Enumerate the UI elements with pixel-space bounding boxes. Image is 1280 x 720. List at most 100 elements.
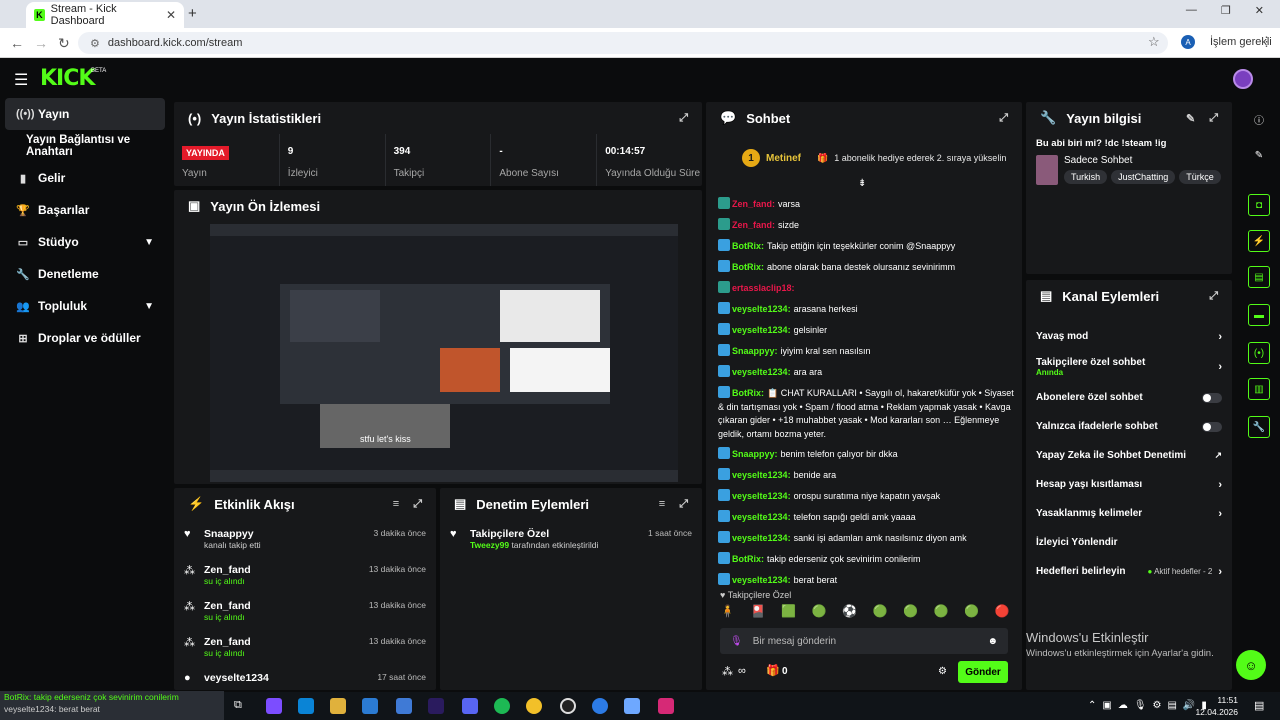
category-name[interactable]: Sadece Sohbet	[1064, 155, 1221, 166]
sidebar-item-stream-key[interactable]: Yayın Bağlantısı ve Anahtarı	[0, 130, 170, 162]
banned-words-row[interactable]: Yasaklanmış kelimeler ›	[1026, 499, 1232, 528]
edit-pencil-icon[interactable]: ✎	[1248, 144, 1270, 166]
wrench-icon[interactable]: 🔧	[1248, 416, 1270, 438]
chat-username[interactable]: veyselte1234	[732, 304, 791, 314]
sidebar-item-community[interactable]: 👥 Topluluk ▼	[0, 290, 170, 322]
account-age-row[interactable]: Hesap yaşı kısıtlaması ›	[1026, 470, 1232, 499]
emoji-icon[interactable]: ☻	[987, 636, 998, 647]
document-icon[interactable]: ▤	[1248, 266, 1270, 288]
emote-icon[interactable]: 🧍	[720, 604, 735, 618]
chat-username[interactable]: Snaappyy	[732, 346, 778, 356]
popout-icon[interactable]: ⤢	[413, 498, 422, 511]
after-effects-icon[interactable]	[428, 698, 444, 714]
close-window-icon[interactable]: ✕	[1255, 4, 1264, 17]
profile-avatar[interactable]: A	[1181, 35, 1195, 49]
ai-moderation-row[interactable]: Yapay Zeka ile Sohbet Denetimi ↗	[1026, 441, 1232, 470]
instagram-icon[interactable]	[658, 698, 674, 714]
chat-username[interactable]: veyselte1234	[732, 533, 791, 543]
chat-bubble-icon[interactable]: ▬	[1248, 304, 1270, 326]
tag-pill[interactable]: Türkçe	[1179, 170, 1221, 184]
emote-icon[interactable]: 🎴	[751, 604, 766, 618]
subs-only-toggle[interactable]	[1202, 392, 1222, 403]
chat-username[interactable]: BotRix	[732, 262, 764, 272]
chat-username[interactable]: Snaappyy	[732, 449, 778, 459]
followers-only-row[interactable]: Takipçilere özel sohbet Anında ›	[1026, 351, 1232, 383]
gift-leaderboard[interactable]: 1 Metinef 🎁 1 abonelik hediye ederek 2. …	[706, 138, 1022, 178]
raid-row[interactable]: İzleyici Yönlendir	[1026, 528, 1232, 557]
url-input[interactable]: ⚙ dashboard.kick.com/stream	[78, 32, 1168, 54]
emote-icon[interactable]: 🟢	[903, 604, 918, 618]
copilot-icon[interactable]	[266, 698, 282, 714]
obs-icon[interactable]	[560, 698, 576, 714]
gift-box-icon[interactable]: 🎁	[766, 664, 780, 677]
emote-only-toggle[interactable]	[1202, 421, 1222, 432]
popout-icon[interactable]: ⤢	[999, 112, 1008, 125]
edge-icon[interactable]	[298, 698, 314, 714]
filter-icon[interactable]: ≡	[659, 498, 665, 511]
filter-icon[interactable]: ≡	[393, 498, 399, 511]
emote-icon[interactable]: 🔴	[995, 604, 1010, 618]
bookmark-star-icon[interactable]: ☆	[1148, 34, 1160, 50]
minimize-icon[interactable]: —	[1186, 4, 1197, 17]
chat-username[interactable]: Zen_fand	[732, 199, 775, 209]
chat-username[interactable]: BotRix	[732, 241, 764, 251]
chrome-icon[interactable]	[526, 698, 542, 714]
send-button[interactable]: Gönder	[958, 661, 1008, 683]
info-icon[interactable]: ⓘ	[1248, 108, 1270, 130]
chat-username[interactable]: veyselte1234	[732, 325, 791, 335]
hamburger-menu-icon[interactable]: ☰	[14, 70, 28, 90]
video-preview[interactable]: stfu let's kiss	[210, 224, 678, 482]
chat-username[interactable]: veyselte1234	[732, 367, 791, 377]
reload-icon[interactable]: ↻	[58, 35, 70, 52]
chat-username[interactable]: ertasslaclip18	[732, 283, 795, 293]
close-tab-icon[interactable]: ✕	[166, 8, 176, 22]
app-icon[interactable]	[624, 698, 640, 714]
help-chat-button[interactable]: ☺	[1236, 650, 1266, 680]
tag-pill[interactable]: Turkish	[1064, 170, 1108, 184]
chat-input[interactable]: 🎙 Bir mesaj gönderin ☻	[720, 628, 1008, 654]
sidebar-item-achievements[interactable]: 🏆 Başarılar	[0, 194, 170, 226]
broadcast-icon[interactable]: (•)	[1248, 342, 1270, 364]
scroll-down-icon[interactable]: ⇟	[858, 178, 866, 189]
outlook-icon[interactable]	[396, 698, 412, 714]
chat-username[interactable]: BotRix	[732, 554, 764, 564]
discord-icon[interactable]	[462, 698, 478, 714]
bolt-icon[interactable]: ⚡	[1248, 230, 1270, 252]
browser-tab[interactable]: K Stream - Kick Dashboard ✕	[26, 2, 184, 28]
emote-icon[interactable]: 🟩	[781, 604, 796, 618]
emote-icon[interactable]: 🟢	[873, 604, 888, 618]
kick-logo[interactable]: KICK	[40, 66, 95, 91]
new-tab-icon[interactable]: +	[188, 5, 197, 22]
goals-row[interactable]: Hedefleri belirleyin ● Aktif hedefler - 2…	[1026, 557, 1232, 586]
sidebar-item-revenue[interactable]: ▮ Gelir	[0, 162, 170, 194]
emote-icon[interactable]: 🟢	[812, 604, 827, 618]
slow-mode-row[interactable]: Yavaş mod ›	[1026, 322, 1232, 351]
tag-pill[interactable]: JustChatting	[1111, 170, 1176, 184]
site-info-icon[interactable]: ⚙	[90, 37, 100, 50]
microphone-icon[interactable]: 🎙	[730, 636, 743, 647]
sidebar-item-moderation[interactable]: 🔧 Denetleme	[0, 258, 170, 290]
chrome-active-icon[interactable]	[592, 698, 608, 714]
sidebar-item-drops[interactable]: ⊞ Droplar ve ödüller	[0, 322, 170, 354]
chat-username[interactable]: veyselte1234	[732, 575, 791, 585]
points-icon[interactable]: ⁂	[722, 665, 733, 678]
sidebar-item-studio[interactable]: ▭ Stüdyo ▼	[0, 226, 170, 258]
forward-icon[interactable]: →	[34, 35, 48, 51]
chat-username[interactable]: Zen_fand	[732, 220, 775, 230]
chat-settings-icon[interactable]: ⚙	[938, 666, 947, 677]
clock[interactable]: 11:51 12.04.2026	[1190, 694, 1238, 718]
emote-icon[interactable]: 🟢	[934, 604, 949, 618]
notification-icon[interactable]: ▤	[1254, 699, 1264, 712]
back-icon[interactable]: ←	[10, 35, 24, 51]
chat-username[interactable]: BotRix	[732, 388, 764, 398]
chat-username[interactable]: veyselte1234	[732, 470, 791, 480]
popout-icon[interactable]: ⤢	[1209, 290, 1218, 303]
chat-username[interactable]: veyselte1234	[732, 491, 791, 501]
emote-icon[interactable]: ⚽	[842, 604, 857, 618]
file-explorer-icon[interactable]	[330, 698, 346, 714]
chat-username[interactable]: veyselte1234	[732, 512, 791, 522]
spotify-icon[interactable]	[494, 698, 510, 714]
popout-icon[interactable]: ⤢	[679, 498, 688, 511]
maximize-icon[interactable]: ❐	[1221, 4, 1231, 17]
edit-pencil-icon[interactable]: ✎	[1186, 112, 1195, 125]
